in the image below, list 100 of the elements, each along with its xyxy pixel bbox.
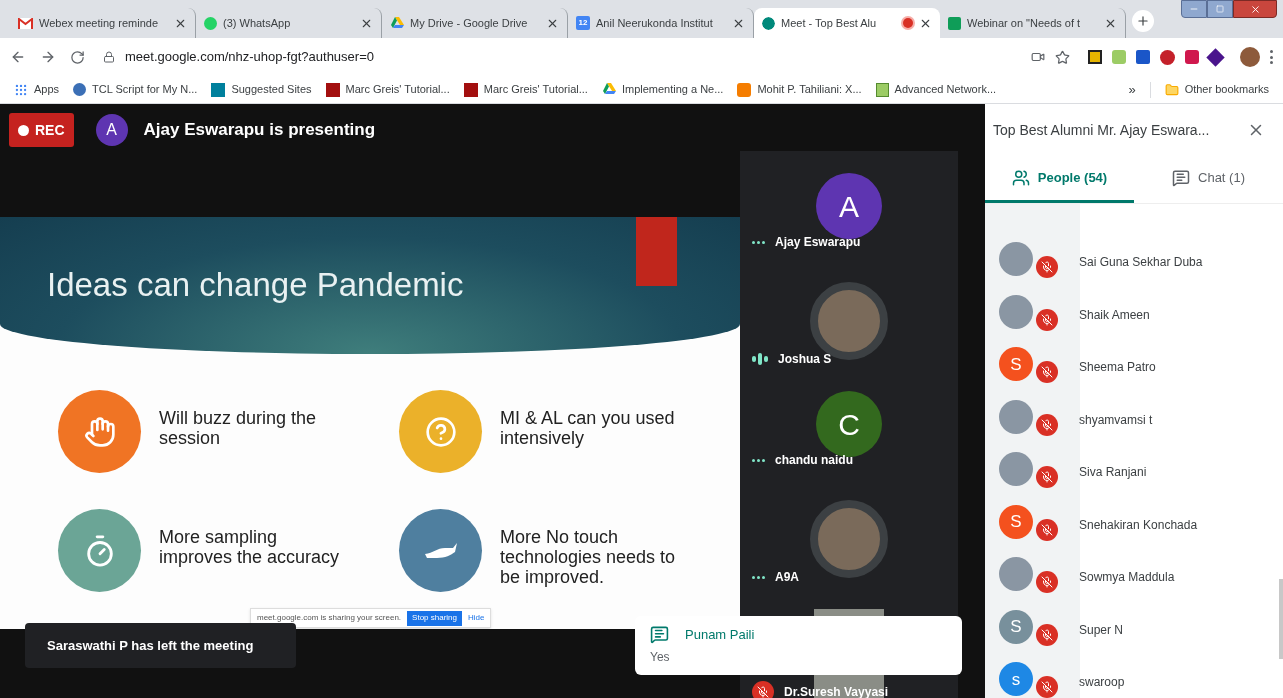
slide-bullet-text: More sampling improves the accuracy [159,527,341,567]
participant-avatar: S [999,347,1033,382]
panel-tab[interactable]: Chat (1) [1134,155,1283,203]
participant-photo [999,399,1033,434]
participant-name: Siva Ranjani [1079,464,1147,482]
table-icon [948,16,961,30]
participant-photo [999,452,1033,487]
forward-icon[interactable] [40,49,56,65]
participant-row[interactable]: S Super N [985,603,1283,656]
url-text: meet.google.com/nhz-uhop-fgt?authuser=0 [125,48,374,67]
bookmark-item[interactable]: Mohit P. Tahiliani: X... [737,81,862,98]
lock-icon [103,51,115,63]
chat-bubble-icon [204,16,217,30]
star-icon[interactable] [1055,49,1070,65]
bookmark-item[interactable]: Marc Greis' Tutorial... [325,81,450,98]
bookmark-item[interactable]: Marc Greis' Tutorial... [463,81,588,98]
tab-title: My Drive - Google Drive [410,15,528,31]
tab-title: Webex meeting reminde [39,15,159,31]
tab-title: (3) WhatsApp [223,15,291,31]
participant-name: Snehakiran Konchada [1079,516,1198,534]
participant-row[interactable]: Siva Ranjani [985,446,1283,499]
participant-row[interactable]: Sai Guna Sekhar Duba [985,236,1283,289]
tab-title: Meet - Top Best Alu [781,15,877,31]
slide-accent-bar [636,217,677,286]
participant-name: Shaik Ameen [1079,306,1150,324]
document-icon [875,82,889,97]
profile-avatar[interactable] [1240,47,1260,67]
participant-row[interactable]: S Sheema Patro [985,341,1283,394]
chat-icon [1172,168,1190,187]
slide-title: Ideas can change Pandemic [47,265,464,305]
participant-name: swaroop [1079,674,1125,692]
participant-name: Sowmya Maddula [1079,569,1175,587]
plus-icon [1136,14,1150,28]
participant-avatar: s [999,662,1033,697]
participant-avatar: S [999,609,1033,644]
participant-avatar: A [816,173,882,239]
bookmark-item[interactable]: TCL Script for My N... [73,81,198,98]
tab-title: Anil Neerukonda Institut [596,15,713,31]
participant-row[interactable]: shyamvamsi t [985,393,1283,446]
message-text: Yes [650,649,671,667]
bookmark-logo-icon [737,82,752,97]
participant-row[interactable]: S Snehakiran Konchada [985,498,1283,551]
tab-title: Webinar on "Needs of t [967,15,1081,31]
participant-name: shyamvamsi t [1079,411,1153,429]
bookmark-logo-icon [325,82,340,97]
chat-icon [650,625,669,644]
bookmark-item[interactable]: Advanced Network... [875,81,997,98]
participant-row[interactable]: Sowmya Maddula [985,551,1283,604]
speech-bubble-icon [762,16,775,30]
participant-avatar: S [999,504,1033,539]
more-bookmarks-button[interactable]: » [1128,79,1136,100]
folder-icon [1164,82,1179,97]
question-icon [424,415,457,448]
meeting-title: Top Best Alumni Mr. Ajay Eswara... [993,120,1210,140]
sharing-message: meet.google.com is sharing your screen. [257,612,402,624]
extension-icon[interactable] [1160,49,1175,65]
slide-bullet-text: Will buzz during the session [159,408,318,448]
globe-icon [73,83,87,96]
people-icon [1011,168,1030,187]
bookmark-item[interactable]: Apps [14,81,60,98]
bookmark-item[interactable]: Implementing a Ne... [601,81,724,98]
reload-icon[interactable] [70,49,85,65]
envelope-icon [18,17,33,29]
recording-badge: REC [9,113,74,147]
bookmark-item[interactable]: Other bookmarks [1164,81,1269,98]
triangle-logo-icon [390,16,404,30]
participant-photo [999,242,1033,277]
slide-bullet-text: More No touch technologies needs to be improved. [500,527,677,587]
slide-bullet-text: MI & AL can you used intensively [500,408,676,448]
calendar-icon: 12 [576,16,590,30]
participant-row[interactable]: s swaroop [985,656,1283,698]
leave-toast: Saraswathi P has left the meeting [25,623,296,668]
minimize-button[interactable] [1181,0,1207,18]
close-window-button[interactable] [1233,0,1277,18]
new-tab-button[interactable] [1132,10,1154,32]
participant-row[interactable]: Shaik Ameen [985,288,1283,341]
back-icon[interactable] [10,49,26,65]
stop-sharing-button[interactable]: Stop sharing [407,610,462,626]
participant-name: A9A [775,569,799,586]
participant-photo [999,294,1033,329]
grid-icon [14,82,28,97]
bookmark-logo-icon [463,82,478,97]
participant-name: Sai Guna Sekhar Duba [1079,254,1203,272]
maximize-icon [1216,5,1224,13]
bookmark-logo-icon [211,82,226,97]
maximize-button[interactable] [1207,0,1233,18]
presenter-avatar: A [95,114,128,146]
participant-name: Sheema Patro [1079,359,1156,377]
hide-button[interactable]: Hide [468,612,485,624]
close-icon [1249,3,1261,15]
extension-icon[interactable] [1088,50,1102,64]
triangle-logo-icon [601,83,616,96]
menu-icon[interactable] [1270,50,1273,64]
participant-photo [999,557,1033,592]
camera-icon[interactable] [1031,50,1045,64]
participant-name: Super N [1079,621,1124,639]
bookmark-item[interactable]: Suggested Sites [211,81,312,98]
browser-tab[interactable]: Meet - Top Best Alu [754,8,940,38]
presenting-label: Ajay Eswarapu is presenting [143,119,376,142]
participant-name: Joshua S [778,351,832,368]
